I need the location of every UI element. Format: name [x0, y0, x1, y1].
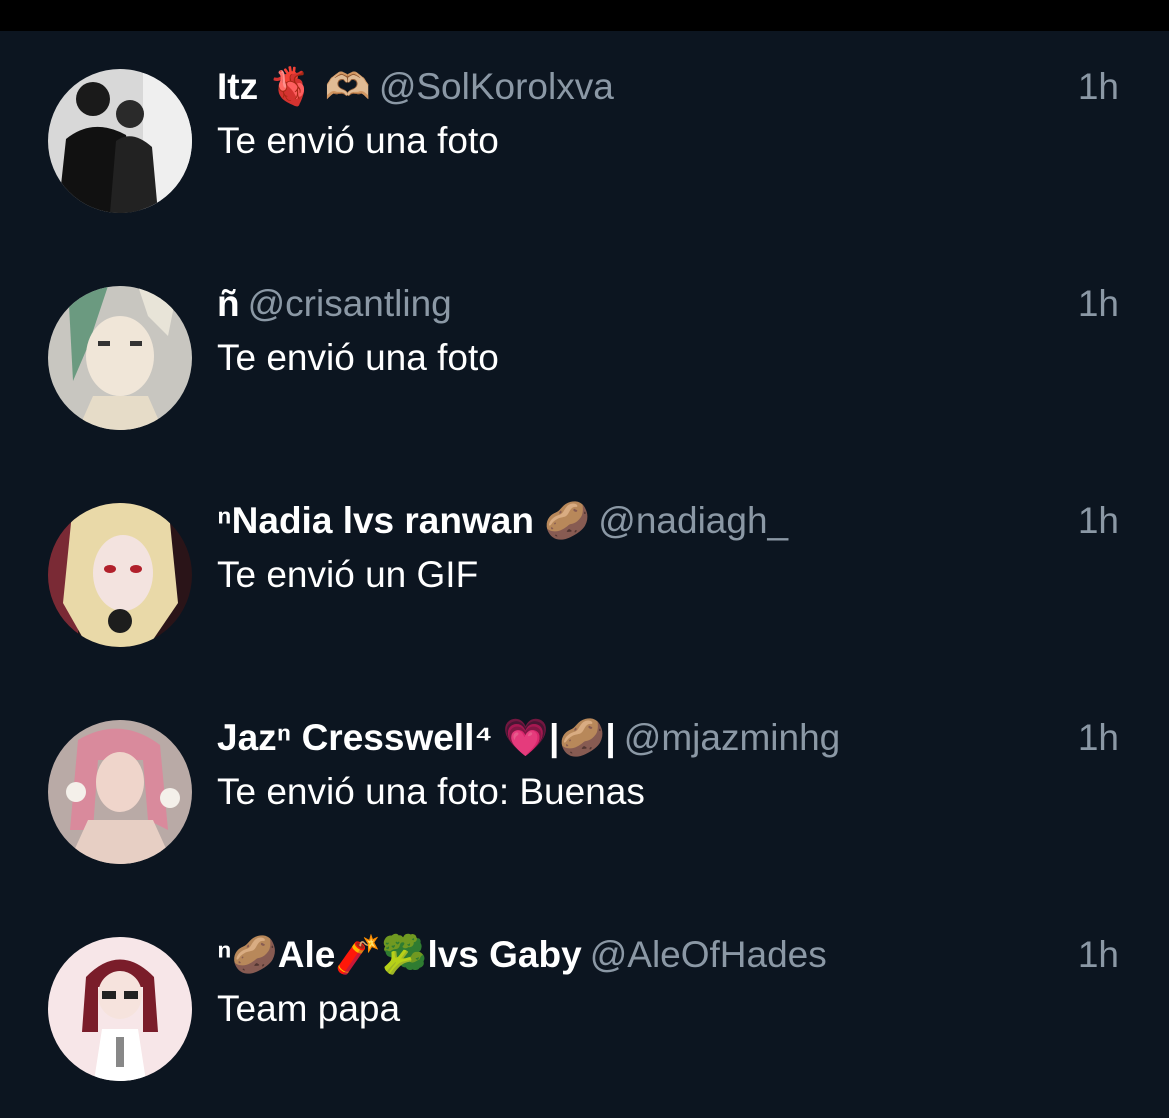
avatar-anime-character [48, 286, 192, 430]
message-preview: Te envió una foto [217, 120, 499, 161]
display-name: Itz 🫀 🫶🏼 [217, 66, 371, 107]
conversation-item[interactable]: ñ @crisantling 1h Te envió una foto [0, 248, 1169, 465]
user-handle: @mjazminhg [623, 717, 841, 758]
conversation-item[interactable]: Itz 🫀 🫶🏼 @SolKorolxva 1h Te envió una fot… [0, 31, 1169, 248]
display-name: ⁿ🥔Ale🧨🥦lvs Gaby [217, 934, 582, 975]
avatar[interactable] [48, 503, 192, 647]
avatar[interactable] [48, 937, 192, 1081]
timestamp: 1h [1077, 934, 1119, 975]
conversation-header: Jazⁿ Cresswell⁴ 💗|🥔| @mjazminhg [217, 713, 1029, 763]
user-handle: @crisantling [247, 283, 452, 324]
display-name: Jazⁿ Cresswell⁴ 💗|🥔| [217, 717, 616, 758]
user-handle: @SolKorolxva [378, 66, 614, 107]
timestamp: 1h [1077, 500, 1119, 541]
avatar-photo-couple [48, 69, 192, 213]
timestamp: 1h [1077, 283, 1119, 324]
display-name: ñ [217, 283, 240, 324]
conversation-header: ñ @crisantling [217, 279, 1029, 329]
messages-list: Itz 🫀 🫶🏼 @SolKorolxva 1h Te envió una fot… [0, 31, 1169, 1118]
avatar-anime-character [48, 503, 192, 647]
conversation-header: ⁿNadia lvs ranwan 🥔 @nadiagh_ [217, 496, 1029, 546]
conversation-item[interactable]: ⁿNadia lvs ranwan 🥔 @nadiagh_ 1h Te envió… [0, 465, 1169, 682]
status-bar [0, 0, 1169, 31]
conversation-item[interactable]: ⁿ🥔Ale🧨🥦lvs Gaby @AleOfHades 1h Team papa [0, 899, 1169, 1116]
conversation-header: Itz 🫀 🫶🏼 @SolKorolxva [217, 62, 1029, 112]
avatar-photo-person [48, 720, 192, 864]
display-name: ⁿNadia lvs ranwan 🥔 [217, 500, 591, 541]
user-handle: @nadiagh_ [598, 500, 789, 541]
timestamp: 1h [1077, 66, 1119, 107]
conversation-header: ⁿ🥔Ale🧨🥦lvs Gaby @AleOfHades [217, 930, 1029, 980]
message-preview: Te envió una foto [217, 337, 499, 378]
avatar-cartoon-character [48, 937, 192, 1081]
avatar[interactable] [48, 69, 192, 213]
message-preview: Team papa [217, 988, 401, 1029]
timestamp: 1h [1077, 717, 1119, 758]
message-preview: Te envió una foto: Buenas [217, 771, 645, 812]
avatar[interactable] [48, 720, 192, 864]
message-preview: Te envió un GIF [217, 554, 479, 595]
avatar[interactable] [48, 286, 192, 430]
user-handle: @AleOfHades [589, 934, 827, 975]
conversation-item[interactable]: Jazⁿ Cresswell⁴ 💗|🥔| @mjazminhg 1h Te env… [0, 682, 1169, 899]
